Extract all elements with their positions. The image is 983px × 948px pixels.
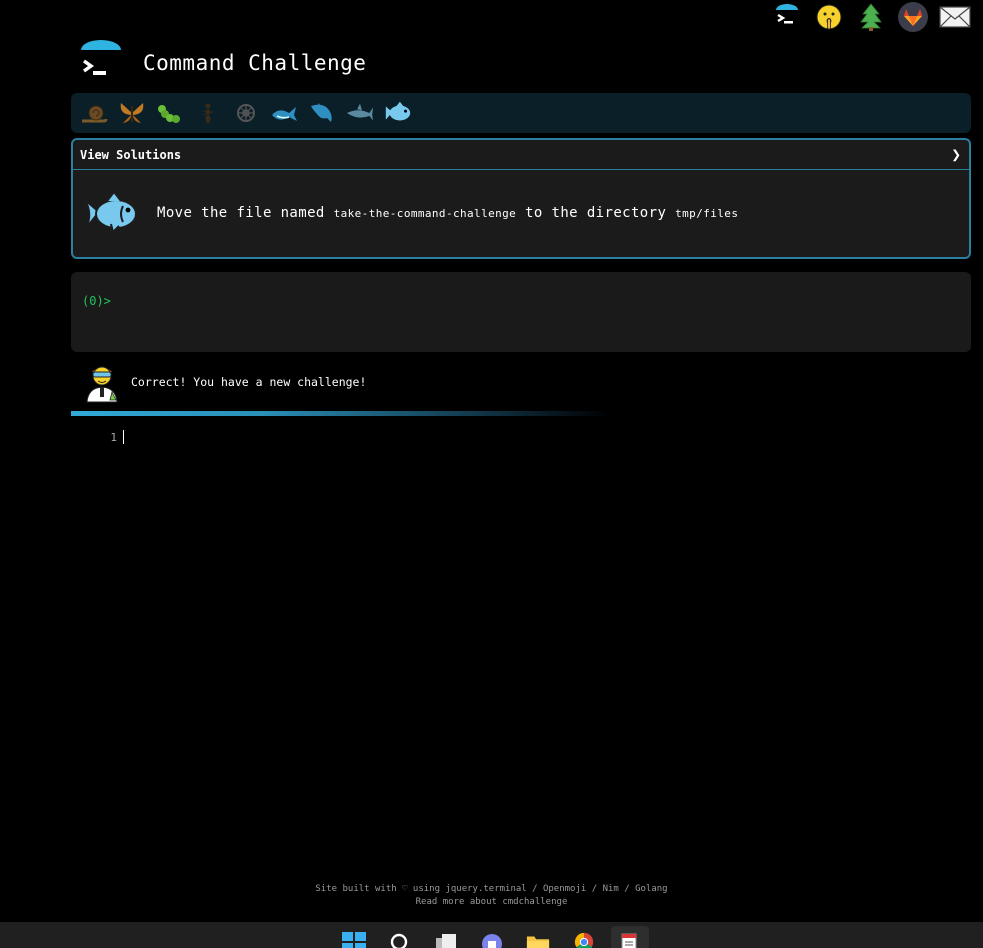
snail-icon[interactable] — [79, 98, 109, 128]
fish-icon[interactable] — [383, 98, 413, 128]
teams-chat-icon[interactable] — [480, 932, 504, 948]
text-cursor — [123, 430, 124, 444]
terminal-logo-icon[interactable] — [771, 1, 803, 33]
line-number: 1 — [110, 430, 117, 444]
whale-icon[interactable] — [269, 98, 299, 128]
footer: Site built with ♡ using jquery.terminal … — [0, 883, 983, 909]
shush-face-icon[interactable] — [813, 1, 845, 33]
wheel-icon[interactable] — [231, 98, 261, 128]
task-description: Move the file named take-the-command-cha… — [73, 170, 969, 256]
header: Command Challenge — [78, 38, 366, 88]
terminal[interactable]: (0)> — [71, 272, 971, 352]
shark-icon[interactable] — [345, 98, 375, 128]
fish-icon — [84, 190, 137, 234]
caterpillar-icon[interactable] — [155, 98, 185, 128]
dolphin-icon[interactable] — [307, 98, 337, 128]
chrome-icon[interactable] — [572, 932, 596, 948]
task-text: Move the file named take-the-command-cha… — [157, 205, 738, 221]
notepad-app-icon[interactable] — [610, 926, 649, 948]
chevron-right-icon[interactable]: ❯ — [951, 145, 961, 164]
file-explorer-icon[interactable] — [526, 932, 550, 948]
page-title: Command Challenge — [143, 51, 367, 75]
os-taskbar — [0, 922, 983, 948]
search-icon[interactable] — [388, 932, 412, 948]
windows-start-icon[interactable] — [341, 932, 366, 948]
task-panel: View Solutions ❯ Move the file named tak… — [71, 138, 971, 259]
challenge-selector — [71, 93, 971, 133]
progress-bar — [71, 411, 611, 416]
view-solutions-link[interactable]: View Solutions — [80, 148, 181, 162]
task-filename: take-the-command-challenge — [333, 207, 517, 220]
footer-credits[interactable]: Site built with ♡ using jquery.terminal … — [315, 884, 667, 894]
butterfly-icon[interactable] — [117, 98, 147, 128]
feedback-message: Correct! You have a new challenge! — [82, 360, 366, 404]
scientist-avatar-icon — [86, 366, 118, 403]
mail-icon[interactable] — [939, 1, 971, 33]
terminal-prompt: (0)> — [82, 294, 111, 308]
gitlab-icon[interactable] — [897, 1, 929, 33]
footer-about-link[interactable]: Read more about cmdchallenge — [416, 897, 568, 907]
tree-icon[interactable] — [855, 1, 887, 33]
task-view-icon[interactable] — [434, 932, 458, 948]
task-text-part: to the directory — [525, 205, 667, 221]
feedback-text: Correct! You have a new challenge! — [131, 375, 367, 389]
ant-icon[interactable] — [193, 98, 223, 128]
command-editor[interactable]: 1 — [71, 426, 971, 448]
task-directory: tmp/files — [675, 207, 739, 220]
task-text-part: Move the file named — [157, 205, 325, 221]
top-icon-bar — [771, 0, 971, 34]
view-solutions-header[interactable]: View Solutions ❯ — [73, 140, 969, 170]
terminal-logo-icon[interactable] — [78, 40, 124, 86]
